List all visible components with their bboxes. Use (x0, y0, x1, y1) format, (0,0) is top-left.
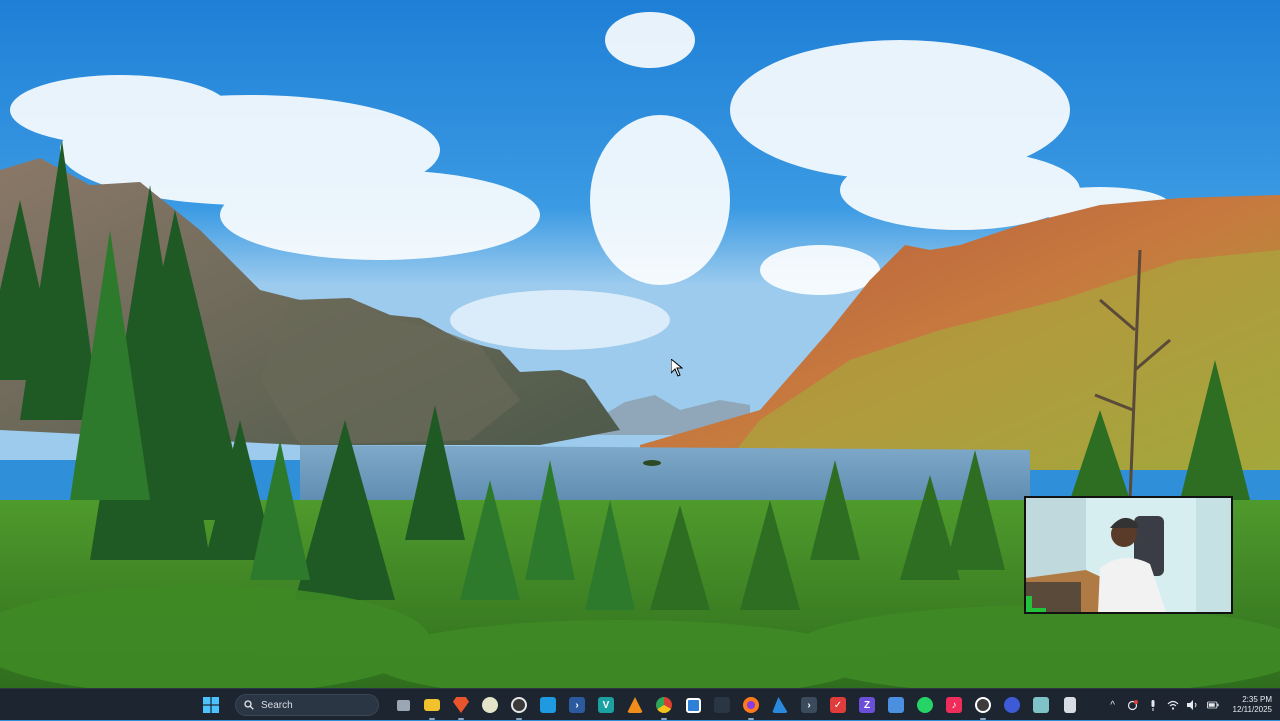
taskbar-search-box[interactable]: Search (235, 694, 379, 716)
widgets-icon (714, 697, 730, 713)
taskbar-app-todo[interactable]: ✓ (827, 694, 849, 716)
taskbar-app-notepad[interactable] (1030, 694, 1052, 716)
start-button[interactable] (200, 694, 222, 716)
taskbar-app-brave[interactable] (450, 694, 472, 720)
app-blue-icon (1004, 697, 1020, 713)
app-purple-icon: Z (859, 697, 875, 713)
taskbar-app-store[interactable] (682, 694, 704, 716)
todo-icon: ✓ (830, 697, 846, 713)
microphone-glyph-icon (1151, 699, 1155, 711)
taskbar: Search › V › ✓ Z ♪ ^ 2:35 PM 12/11/2025 (0, 688, 1280, 720)
sync-icon[interactable] (1127, 699, 1139, 711)
clock-date: 12/11/2025 (1232, 705, 1272, 714)
webcam-overlay (1024, 496, 1233, 614)
battery-glyph-icon (1206, 701, 1219, 709)
sync-glyph-icon (1127, 699, 1139, 710)
taskbar-app-purple[interactable]: Z (856, 694, 878, 716)
taskbar-app-vlc[interactable] (624, 694, 646, 716)
microphone-icon[interactable] (1147, 699, 1159, 711)
taskbar-app-vs[interactable]: V (595, 694, 617, 716)
taskbar-app-obs[interactable] (508, 694, 530, 720)
taskbar-app-media-player[interactable] (479, 694, 501, 716)
volume-icon[interactable] (1186, 699, 1199, 711)
taskbar-app-document[interactable] (1059, 694, 1081, 716)
wifi-glyph-icon (1167, 700, 1178, 710)
vs-icon: V (598, 697, 614, 713)
taskbar-app-task-view[interactable] (392, 694, 414, 716)
windows-logo-icon (203, 697, 219, 713)
battery-icon[interactable] (1206, 699, 1219, 711)
search-label: Search (261, 699, 293, 711)
vlc-icon (627, 697, 643, 713)
document-icon (1064, 697, 1076, 713)
show-hidden-icons-chevron-icon[interactable]: ^ (1107, 699, 1119, 711)
taskbar-app-terminal[interactable]: › (798, 694, 820, 716)
visual-studio-code-icon (540, 697, 556, 713)
whatsapp-icon (917, 697, 933, 713)
terminal-icon: › (801, 697, 817, 713)
store-icon (685, 697, 701, 713)
obs-icon (511, 697, 527, 713)
taskbar-app-firefox[interactable] (740, 694, 762, 720)
media-player-icon (482, 697, 498, 713)
brave-icon (453, 697, 469, 713)
taskbar-app-whatsapp[interactable] (914, 694, 936, 716)
taskbar-app-powershell[interactable]: › (566, 694, 588, 716)
powershell-icon: › (569, 697, 585, 713)
taskbar-app-chrome[interactable] (653, 694, 675, 720)
mouse-pointer-icon (671, 359, 683, 377)
firefox-icon (743, 697, 759, 713)
taskbar-app-blue[interactable] (1001, 694, 1023, 716)
taskbar-app-tiktok[interactable]: ♪ (943, 694, 965, 716)
obs-studio-icon (975, 697, 991, 713)
taskbar-app-vscode[interactable] (537, 694, 559, 716)
taskbar-app-azure[interactable] (769, 694, 791, 716)
file-explorer-icon (424, 699, 440, 711)
wifi-icon[interactable] (1167, 699, 1179, 711)
taskbar-clock[interactable]: 2:35 PM 12/11/2025 (1233, 695, 1272, 715)
calculator-icon (888, 697, 904, 713)
notepad-icon (1033, 697, 1049, 713)
system-tray: ^ 2:35 PM 12/11/2025 (1107, 689, 1272, 721)
search-icon (244, 700, 254, 710)
task-view-icon (396, 699, 410, 711)
taskbar-app-calculator[interactable] (885, 694, 907, 716)
volume-glyph-icon (1186, 700, 1197, 710)
tiktok-icon: ♪ (946, 697, 962, 713)
chrome-icon (656, 697, 672, 713)
clock-time: 2:35 PM (1242, 695, 1272, 704)
taskbar-apps: Search › V › ✓ Z ♪ (200, 689, 1081, 721)
taskbar-app-obs-studio[interactable] (972, 694, 994, 720)
azure-icon (772, 697, 788, 713)
taskbar-app-file-explorer[interactable] (421, 694, 443, 720)
taskbar-app-widgets[interactable] (711, 694, 733, 716)
